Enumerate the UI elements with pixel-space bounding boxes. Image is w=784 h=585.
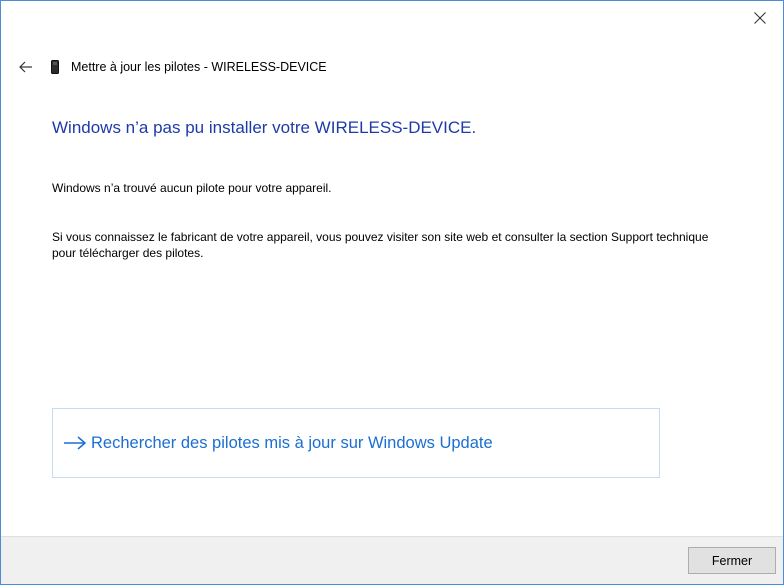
back-arrow-icon: [19, 61, 32, 73]
windows-update-link-label: Rechercher des pilotes mis à jour sur Wi…: [91, 433, 493, 452]
window-close-button[interactable]: [737, 1, 783, 35]
back-button[interactable]: [15, 57, 37, 77]
footer-bar: Fermer: [1, 536, 783, 584]
close-button[interactable]: Fermer: [688, 547, 776, 574]
no-driver-message: Windows n’a trouvé aucun pilote pour vot…: [52, 181, 332, 195]
arrow-right-icon: [63, 433, 91, 453]
windows-update-search-link[interactable]: Rechercher des pilotes mis à jour sur Wi…: [52, 408, 660, 478]
header-title: Mettre à jour les pilotes - WIRELESS-DEV…: [71, 60, 327, 74]
close-icon: [754, 12, 766, 24]
header-row: Mettre à jour les pilotes - WIRELESS-DEV…: [15, 57, 327, 77]
manufacturer-advice-text: Si vous connaissez le fabricant de votre…: [52, 230, 709, 260]
page-heading: Windows n’a pas pu installer votre WIREL…: [52, 118, 477, 137]
driver-update-window: Mettre à jour les pilotes - WIRELESS-DEV…: [0, 0, 784, 585]
device-icon: [49, 57, 61, 77]
